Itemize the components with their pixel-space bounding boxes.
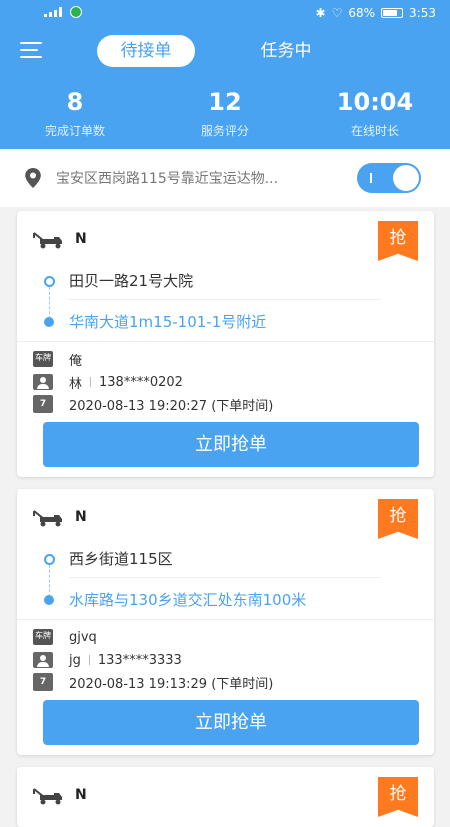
person-icon [33, 374, 53, 390]
stat-service-rating: 12 服务评分 [150, 88, 300, 139]
stat-value: 8 [66, 88, 84, 116]
address-divider [69, 299, 381, 300]
tow-truck-icon [33, 510, 62, 527]
toggle-knob [393, 165, 419, 191]
license-plate-icon: 车牌 [33, 351, 53, 367]
app-header: 待接单 任务中 8 完成订单数 12 服务评分 10:04 在线时长 [0, 28, 450, 149]
order-title: N [75, 509, 87, 525]
stat-value: 12 [208, 88, 242, 116]
contact-row: 林 138****0202 [33, 372, 183, 392]
tab-pending[interactable]: 待接单 [97, 35, 195, 67]
stat-completed-orders: 8 完成订单数 [0, 88, 150, 139]
card-divider [17, 341, 434, 342]
current-location-text[interactable]: 宝安区西岗路115号靠近宝运达物... [56, 168, 341, 188]
card-header: N 抢 [17, 489, 434, 539]
order-title: N [75, 787, 87, 803]
stat-label: 在线时长 [350, 124, 399, 138]
grab-badge: 抢 [378, 777, 418, 817]
contact-phone: 138****0202 [99, 374, 183, 390]
tow-truck-icon [33, 788, 62, 805]
order-card: N 抢 田贝一路21号大院 华南大道1m15-101-1号附近 车牌 俺 林 1… [17, 211, 434, 477]
grab-badge: 抢 [378, 499, 418, 539]
battery-percent: 68% [348, 6, 376, 20]
plate-row: 车牌 gjvq [33, 627, 97, 647]
card-header: N 抢 [17, 211, 434, 261]
address-divider [69, 577, 381, 578]
location-bar: 宝安区西岗路115号靠近宝运达物... [0, 149, 450, 207]
route: 田贝一路21号大院 华南大道1m15-101-1号附近 [17, 261, 434, 341]
contact-separator [88, 655, 90, 665]
stat-value: 10:04 [336, 88, 414, 116]
stat-label: 服务评分 [200, 124, 249, 138]
route-line [49, 287, 50, 319]
order-title: N [75, 231, 87, 247]
status-bar: ✱ ♡ 68% 3:53 [0, 0, 450, 28]
order-card: N 抢 西乡街道115区 水库路与130乡道交汇处东南100米 车牌 gjvq … [17, 489, 434, 755]
route: 西乡街道115区 水库路与130乡道交汇处东南100米 [17, 539, 434, 619]
origin-address: 田贝一路21号大院 [69, 272, 194, 290]
route-line [49, 565, 50, 597]
stats-row: 8 完成订单数 12 服务评分 10:04 在线时长 [0, 88, 450, 144]
order-time: 2020-08-13 19:13:29 (下单时间) [69, 676, 274, 692]
status-right: ✱ ♡ 68% 3:53 [316, 6, 436, 20]
contact-name: jg [69, 652, 81, 668]
card-divider [17, 619, 434, 620]
clock: 3:53 [409, 6, 436, 20]
time-row: 7 2020-08-13 19:20:27 (下单时间) [33, 394, 273, 414]
calendar-icon: 7 [33, 395, 53, 413]
plate-text: 俺 [69, 353, 83, 369]
destination-address: 华南大道1m15-101-1号附近 [69, 313, 267, 331]
wechat-icon [70, 6, 82, 18]
stat-label: 完成订单数 [44, 124, 105, 138]
license-plate-icon: 车牌 [33, 629, 53, 645]
origin-dot-icon [44, 554, 55, 565]
stat-online-time: 10:04 在线时长 [300, 88, 450, 139]
plate-row: 车牌 俺 [33, 349, 82, 369]
contact-row: jg 133****3333 [33, 650, 182, 670]
plate-text: gjvq [69, 629, 97, 645]
time-row: 7 2020-08-13 19:13:29 (下单时间) [33, 672, 273, 692]
order-time: 2020-08-13 19:20:27 (下单时间) [69, 398, 274, 414]
tab-in-progress[interactable]: 任务中 [237, 35, 335, 67]
origin-address: 西乡街道115区 [69, 550, 173, 568]
contact-phone: 133****3333 [97, 652, 182, 668]
order-card: N 抢 [17, 767, 434, 827]
destination-address: 水库路与130乡道交汇处东南100米 [69, 591, 307, 609]
contact-name: 林 [69, 376, 83, 392]
status-left [44, 6, 82, 18]
menu-icon[interactable] [20, 42, 42, 60]
contact-separator [90, 377, 92, 387]
signal-icon [44, 7, 66, 17]
card-header: N 抢 [17, 767, 434, 817]
tow-truck-icon [33, 232, 62, 249]
grab-badge: 抢 [378, 221, 418, 261]
calendar-icon: 7 [33, 673, 53, 691]
destination-dot-icon [44, 317, 54, 327]
online-toggle[interactable] [357, 163, 421, 193]
battery-icon [381, 8, 404, 18]
location-status-icon: ♡ [331, 6, 343, 20]
grab-order-button[interactable]: 立即抢单 [43, 700, 419, 745]
location-pin-icon [25, 168, 41, 188]
origin-dot-icon [44, 276, 55, 287]
bluetooth-icon: ✱ [315, 6, 326, 20]
destination-dot-icon [44, 595, 54, 605]
grab-order-button[interactable]: 立即抢单 [43, 422, 419, 467]
person-icon [33, 652, 53, 668]
